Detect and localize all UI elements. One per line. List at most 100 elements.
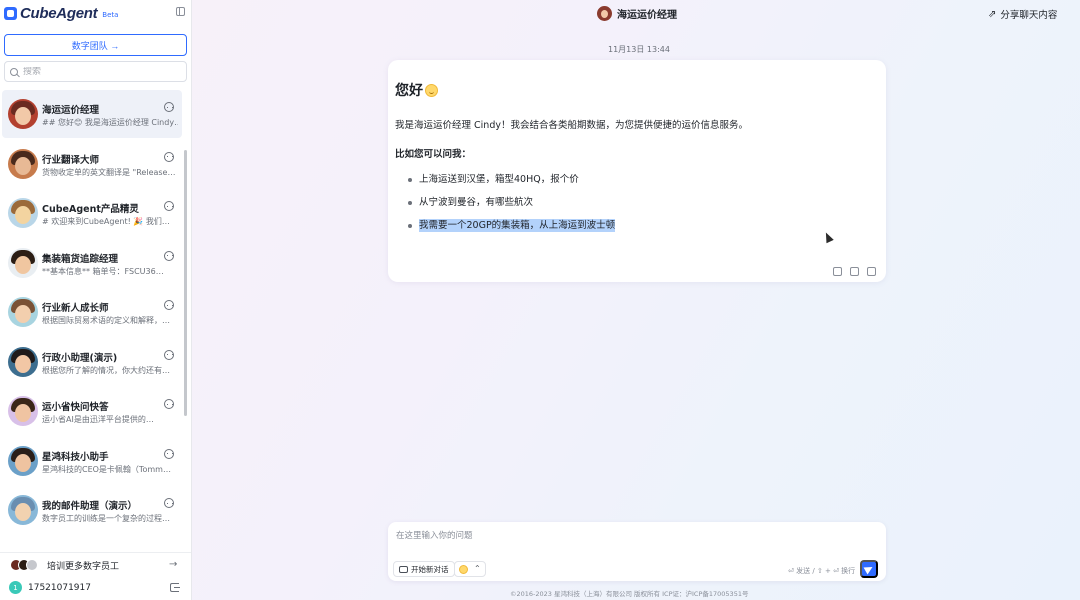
agent-preview: 星鸿科技的CEO是卡佩翰（Tomm… [42,464,171,474]
sidebar-scrollbar[interactable] [184,150,187,416]
avatar [8,396,38,426]
smile-emoji-icon [425,83,438,97]
agent-list-item[interactable]: 海运运价经理 ## 您好😊 我是海运运价经理 Cindy… [2,90,182,138]
chat-main: 海运运价经理 ⇗ 分享聊天内容 11月13日 13:44 您好 我是海运运价经理… [192,0,1080,600]
search-input[interactable] [23,66,173,77]
example-question[interactable]: 从宁波到曼谷，有哪些航次 [408,196,615,219]
chat-title: 海运运价经理 [617,9,677,21]
new-chat-button[interactable]: 开始新对话 [393,561,455,577]
agent-name: 行业翻译大师 [42,154,100,166]
new-chat-label: 开始新对话 [411,564,449,574]
example-question[interactable]: 上海运送到汉堡，箱型40HQ，报个价 [408,173,615,196]
agent-preview: ## 您好😊 我是海运运价经理 Cindy… [42,118,178,127]
more-options-icon[interactable] [164,349,174,360]
agent-name: 行业新人成长师 [42,303,109,314]
model-selector[interactable]: ⌃ [454,561,486,577]
agent-preview: # 欢迎来到CubeAgent! 🎉 我们… [42,217,170,226]
search-box[interactable] [4,61,187,82]
message-composer: 开始新对话 ⌃ ⏎ 发送 / ⇧ + ⏎ 换行 [388,522,886,581]
chat-bubble-icon [399,565,408,573]
agent-list-item[interactable]: 我的邮件助理（演示） 数字员工的训练是一个复杂的过程… [2,486,182,534]
sidebar: CubeAgent Beta 数字团队 → 海运运价经理 ## 您好😊 我是海运运… [0,0,192,600]
avatar [8,297,38,327]
copy-icon[interactable] [833,267,842,276]
avatar [8,445,38,476]
share-label: 分享聊天内容 [1000,10,1058,21]
assistant-message: 您好 我是海运运价经理 Cindy！我会结合各类船期数据，为您提供便捷的运价信息… [388,60,886,282]
thumbs-up-icon[interactable] [850,267,859,276]
message-timestamp: 11月13日 13:44 [608,45,670,54]
stacked-avatars [10,559,44,571]
message-input[interactable] [396,529,866,545]
brand-name: CubeAgent [20,4,98,22]
user-avatar[interactable]: 1 [9,581,22,594]
beta-badge: Beta [102,11,119,19]
agent-preview: 运小省AI是由迅洋平台提供的… [42,415,154,424]
agent-name: CubeAgent产品精灵 [42,204,139,215]
more-options-icon[interactable] [164,250,174,261]
greeting-heading: 您好 [395,80,438,100]
avatar [8,99,38,129]
agent-list-item[interactable]: 集装箱货追踪经理 **基本信息** 箱单号：FSCU36… [2,239,182,287]
example-question-text-selected: 我需要一个20GP的集装箱，从上海运到波士顿 [419,219,616,232]
agent-preview: 数字员工的训练是一个复杂的过程… [42,514,170,523]
avatar [8,148,38,179]
agent-list-item[interactable]: CubeAgent产品精灵 # 欢迎来到CubeAgent! 🎉 我们… [2,189,182,237]
example-question-text: 从宁波到曼谷，有哪些航次 [419,197,534,208]
more-options-icon[interactable] [164,300,174,310]
avatar [8,247,38,278]
share-icon: ⇗ [988,8,997,20]
more-options-icon[interactable] [164,151,174,162]
agent-preview: 根据国际贸易术语的定义和解释，… [42,316,170,325]
send-icon [863,563,875,575]
arrow-right-icon[interactable]: → [169,560,177,570]
agent-name: 我的邮件助理（演示） [42,501,138,512]
agent-preview: 根据您所了解的情况，你大约还有… [42,365,170,375]
cube-logo-icon [4,6,17,20]
agent-preview: 货物收定单的英文翻译是 "Release… [42,167,176,177]
agent-list-item[interactable]: 星鸿科技小助手 星鸿科技的CEO是卡佩翰（Tomm… [2,437,182,485]
more-options-icon[interactable] [164,399,174,409]
agent-list: 海运运价经理 ## 您好😊 我是海运运价经理 Cindy… 行业翻译大师 货物收定单的… [0,88,183,550]
agent-list-item[interactable]: 行政小助理(演示) 根据您所了解的情况，你大约还有… [2,338,182,386]
more-options-icon[interactable] [164,102,174,112]
greeting-text: 您好 [395,83,423,99]
send-hint: ⏎ 发送 / ⇧ + ⏎ 换行 [788,567,856,575]
user-phone: 17521071917 [28,583,91,593]
train-more-label: 培训更多数字员工 [47,562,120,572]
mouse-cursor-icon [822,230,834,244]
example-question[interactable]: 我需要一个20GP的集装箱，从上海运到波士顿 [408,219,616,242]
agent-list-item[interactable]: 行业翻译大师 货物收定单的英文翻译是 "Release… [2,140,182,188]
share-chat-button[interactable]: ⇗ 分享聊天内容 [988,7,1058,22]
example-question-text: 上海运送到汉堡，箱型40HQ，报个价 [419,174,579,185]
chevron-up-icon: ⌃ [474,564,481,573]
send-button[interactable] [860,560,878,578]
logout-icon[interactable] [170,583,180,592]
message-actions [833,267,876,276]
digital-team-button[interactable]: 数字团队 → [4,34,187,56]
agent-list-item[interactable]: 运小省快问快答运小省AI是由迅洋平台提供的… [2,387,182,435]
model-icon [459,564,468,574]
sidebar-collapse-icon[interactable] [176,7,185,16]
more-options-icon[interactable] [164,498,174,508]
intro-text: 我是海运运价经理 Cindy！我会结合各类船期数据，为您提供便捷的运价信息服务。 [395,120,748,131]
more-options-icon[interactable] [164,448,174,459]
train-more-agents-row[interactable]: 培训更多数字员工 → [0,552,191,576]
chat-header: 海运运价经理 [597,5,677,21]
agent-name: 行政小助理(演示) [42,352,118,364]
agent-avatar [597,5,612,21]
user-row: 1 17521071917 [0,577,191,599]
agent-name: 运小省快问快答 [42,402,109,413]
agent-name: 集装箱货追踪经理 [42,253,119,265]
search-icon [10,67,18,76]
examples-heading: 比如您可以问我： [395,149,472,160]
more-options-icon[interactable] [164,201,174,211]
agent-name: 星鸿科技小助手 [42,451,109,463]
avatar [8,198,38,228]
thumbs-down-icon[interactable] [867,267,876,276]
agent-name: 海运运价经理 [42,105,100,116]
avatar [26,559,38,571]
agent-list-item[interactable]: 行业新人成长师根据国际贸易术语的定义和解释，… [2,288,182,336]
footer-copyright: ©2016-2023 星鸿科技（上海）有限公司 版权所有 ICP证：沪ICP备1… [510,590,749,598]
brand-logo[interactable]: CubeAgent Beta [4,4,118,22]
